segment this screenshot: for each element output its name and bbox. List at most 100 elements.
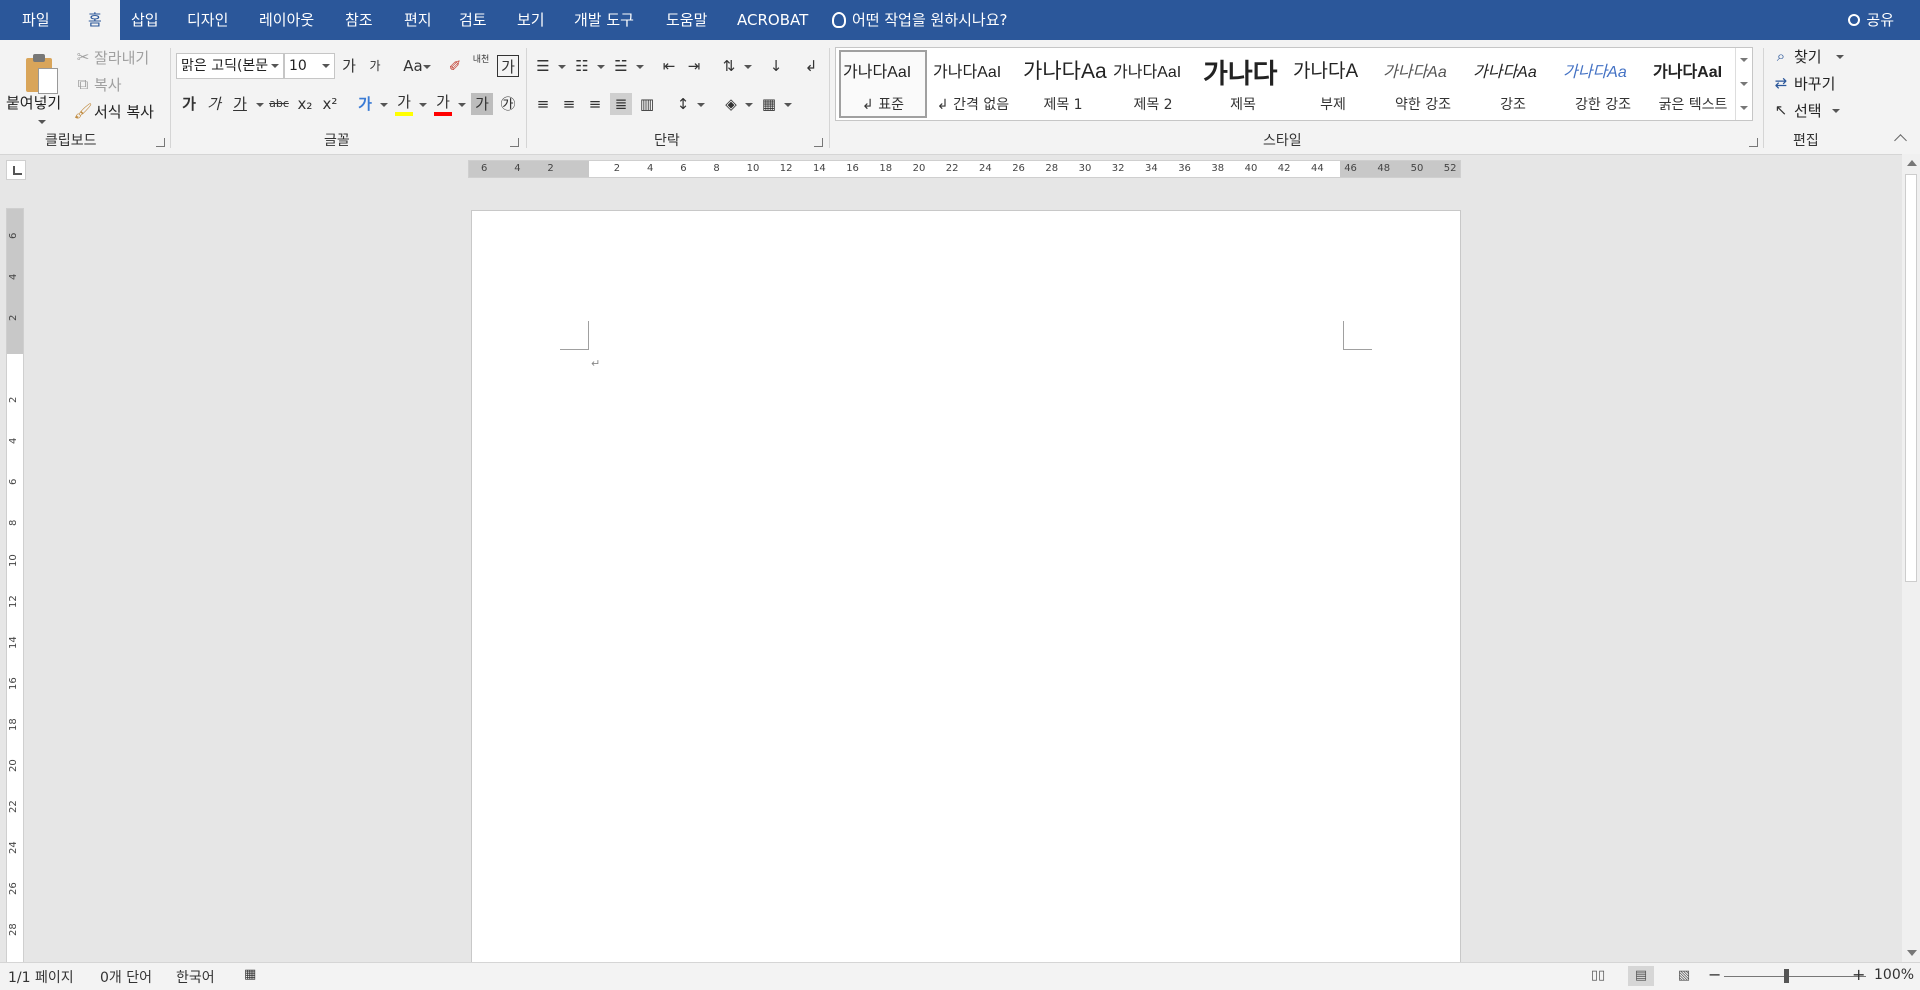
zoom-out-icon[interactable]: − [1708,965,1721,984]
style-name: ↲ 간격 없음 [936,97,1010,113]
tab-design[interactable]: 디자인 [187,0,228,40]
paste-button[interactable]: 붙여넣기 [4,44,68,126]
document-page[interactable]: ↵ [471,210,1461,970]
align-center-icon[interactable]: ≡ [558,93,580,115]
style-subtitle[interactable]: 가나다A 부제 [1289,50,1377,118]
tab-acrobat[interactable]: ACROBAT [737,0,808,40]
find-button[interactable]: ⌕ 찾기 [1770,45,1850,67]
clear-formatting-icon[interactable]: ✐ [444,55,466,77]
distribute-icon[interactable]: ▥ [636,93,658,115]
scroll-up-icon[interactable] [1907,160,1917,166]
ruler-number: 2 [547,163,554,174]
align-left-icon[interactable]: ≡ [532,93,554,115]
bold-button[interactable]: 가 [178,93,200,115]
macro-record-icon[interactable]: ▦ [244,967,256,982]
borders-icon[interactable]: ▦ [758,93,780,115]
clipboard-launcher-icon[interactable] [156,138,165,147]
cut-button[interactable]: ✂ 잘라내기 [72,46,162,68]
language-indicator[interactable]: 한국어 [176,967,215,987]
enclose-characters-button[interactable]: ㉮ [497,93,519,115]
tab-review[interactable]: 검토 [459,0,487,40]
collapse-ribbon-icon[interactable] [1894,134,1907,147]
shrink-font-button[interactable]: 가 [364,55,386,77]
tab-file[interactable]: 파일 [22,0,50,40]
tell-me-search[interactable]: 어떤 작업을 원하시나요? [832,0,1008,40]
strikethrough-button[interactable]: abc [268,93,290,115]
subscript-button[interactable]: x₂ [294,93,316,115]
style-heading-1[interactable]: 가나다Aa 제목 1 [1019,50,1107,118]
increase-indent-icon[interactable]: ⇥ [683,55,705,77]
gallery-scroll-up-icon[interactable] [1735,48,1752,72]
tab-layout[interactable]: 레이아웃 [259,0,314,40]
bullets-icon[interactable]: ☰ [532,55,554,77]
zoom-slider-thumb[interactable] [1784,969,1789,983]
style-normal[interactable]: 가나다AaI ↲ 표준 [839,50,927,118]
shading-icon[interactable]: ◈ [720,93,742,115]
tab-view[interactable]: 보기 [517,0,545,40]
tab-references[interactable]: 참조 [345,0,373,40]
tab-insert[interactable]: 삽입 [131,0,159,40]
zoom-slider[interactable] [1724,976,1866,977]
read-mode-icon[interactable]: ▯▯ [1585,966,1611,986]
styles-launcher-icon[interactable] [1749,138,1758,147]
replace-button[interactable]: ⇄ 바꾸기 [1770,72,1850,94]
vertical-scrollbar[interactable] [1902,154,1920,962]
format-painter-button[interactable]: 🖌 서식 복사 [72,100,164,122]
paragraph-launcher-icon[interactable] [814,138,823,147]
print-layout-icon[interactable]: ▤ [1628,966,1654,986]
tab-help[interactable]: 도움말 [666,0,707,40]
zoom-in-icon[interactable]: + [1852,965,1865,984]
ruler-number: 28 [8,923,19,936]
gallery-scroll-down-icon[interactable] [1735,72,1752,96]
superscript-button[interactable]: x² [319,93,341,115]
vertical-ruler[interactable]: 64224681012141618202224262830 [6,208,24,964]
select-button[interactable]: ↖ 선택 [1770,99,1850,121]
decrease-indent-icon[interactable]: ⇤ [658,55,680,77]
phonetic-guide-button[interactable]: 내천 [470,55,492,77]
word-count[interactable]: 0개 단어 [100,967,152,987]
scroll-thumb[interactable] [1905,174,1917,582]
underline-button[interactable]: 가 [229,93,251,115]
style-emphasis[interactable]: 가나다Aa 강조 [1469,50,1557,118]
show-marks-icon[interactable]: ↲ [800,55,822,77]
font-launcher-icon[interactable] [510,138,519,147]
text-effects-button[interactable]: 가 [354,93,376,115]
sort-icon[interactable]: ↓ [765,55,787,77]
style-intense-emphasis[interactable]: 가나다Aa 강한 강조 [1559,50,1647,118]
tab-mailings[interactable]: 편지 [404,0,432,40]
gallery-more-icon[interactable] [1735,96,1752,120]
multilevel-list-icon[interactable]: ☱ [610,55,632,77]
text-direction-icon[interactable]: ⇅ [718,55,740,77]
horizontal-ruler[interactable]: 6 4 2 2 4 6 8 10 12 14 16 18 20 22 24 26 28 30 32 34 36 38 40 4… [468,160,1461,178]
style-heading-2[interactable]: 가나다AaI 제목 2 [1109,50,1197,118]
italic-button[interactable]: 가 [203,93,225,115]
scroll-down-icon[interactable] [1907,950,1917,956]
character-shading-button[interactable]: 가 [471,93,493,115]
justify-icon[interactable]: ≣ [610,93,632,115]
ruler-number: 12 [8,595,19,608]
grow-font-button[interactable]: 가 [338,55,360,77]
align-right-icon[interactable]: ≡ [584,93,606,115]
line-spacing-icon[interactable]: ↕ [672,93,694,115]
zoom-level[interactable]: 100% [1874,967,1914,983]
font-size-combo[interactable]: 10 [284,53,335,79]
numbering-icon[interactable]: ☷ [571,55,593,77]
copy-button[interactable]: ⧉ 복사 [72,73,162,95]
highlight-button[interactable]: 가 [393,91,415,113]
page-count[interactable]: 1/1 페이지 [8,967,74,987]
ruler-number: 2 [8,396,19,403]
style-subtle-emphasis[interactable]: 가나다Aa 약한 강조 [1379,50,1467,118]
character-border-button[interactable]: 가 [497,55,519,77]
tab-selector[interactable] [6,160,26,180]
font-color-button[interactable]: 가 [432,91,454,113]
style-strong[interactable]: 가나다AaI 굵은 텍스트 [1649,50,1737,118]
font-family-combo[interactable]: 맑은 고딕(본문 [176,53,284,79]
tab-home[interactable]: 홈 [70,0,120,40]
web-layout-icon[interactable]: ▧ [1671,966,1697,986]
style-title[interactable]: 가나다 제목 [1199,50,1287,118]
tab-developer[interactable]: 개발 도구 [574,0,634,40]
share-button[interactable]: 공유 [1848,0,1894,40]
style-preview: 가나다AaI [843,64,912,81]
ruler-number: 34 [1145,163,1158,174]
style-no-spacing[interactable]: 가나다AaI ↲ 간격 없음 [929,50,1017,118]
